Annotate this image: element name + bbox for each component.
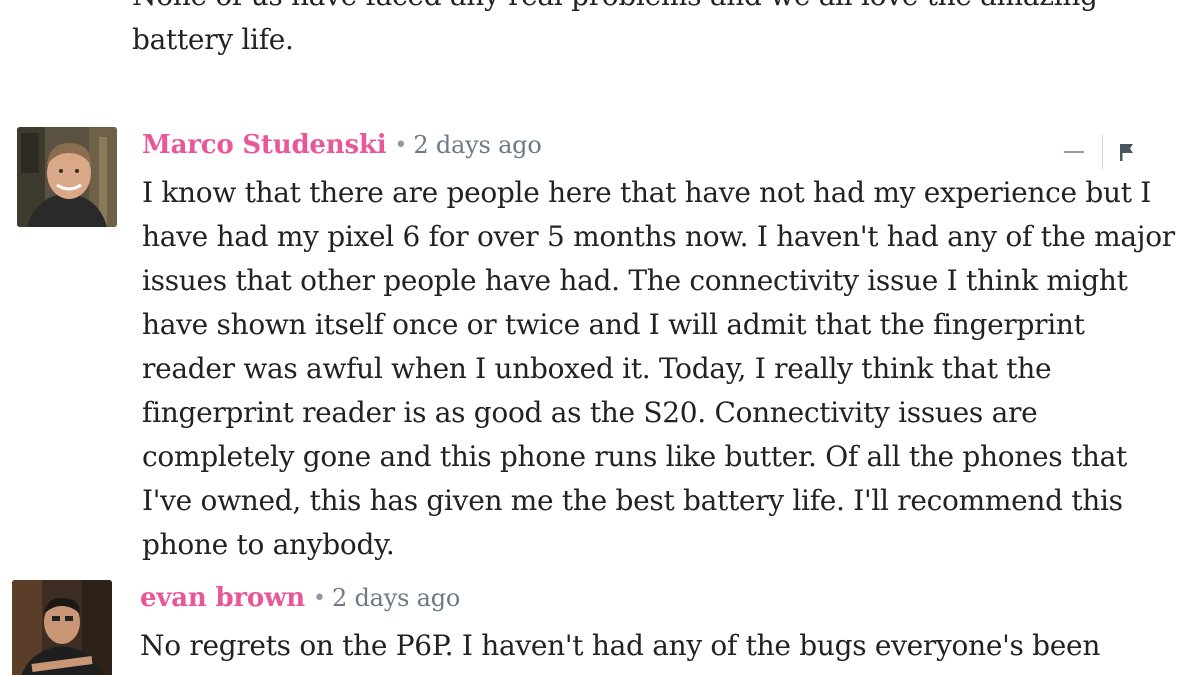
previous-comment-text: None of us have faced any real problems …: [132, 0, 1098, 56]
avatar[interactable]: [17, 127, 117, 227]
collapse-button[interactable]: [1062, 140, 1086, 164]
comment-body: No regrets on the P6P. I haven't had any…: [140, 629, 1101, 662]
meta-separator: •: [394, 132, 408, 158]
author-name[interactable]: Marco Studenski: [142, 130, 387, 160]
meta-separator: •: [312, 585, 326, 611]
comment-meta: Marco Studenski • 2 days ago: [142, 127, 542, 163]
avatar-photo-icon: [17, 127, 117, 227]
comment-timestamp[interactable]: 2 days ago: [413, 131, 541, 159]
minus-icon: [1064, 151, 1084, 153]
controls-divider: [1102, 135, 1103, 169]
author-name[interactable]: evan brown: [140, 583, 305, 613]
comment-meta: evan brown • 2 days ago: [140, 580, 460, 616]
comment-timestamp[interactable]: 2 days ago: [332, 584, 460, 612]
avatar-photo-icon: [12, 580, 112, 675]
comment-controls: [1062, 134, 1139, 170]
flag-icon: [1120, 144, 1133, 161]
flag-button[interactable]: [1115, 140, 1139, 164]
avatar[interactable]: [12, 580, 112, 675]
comment-body: I know that there are people here that h…: [142, 176, 1175, 561]
